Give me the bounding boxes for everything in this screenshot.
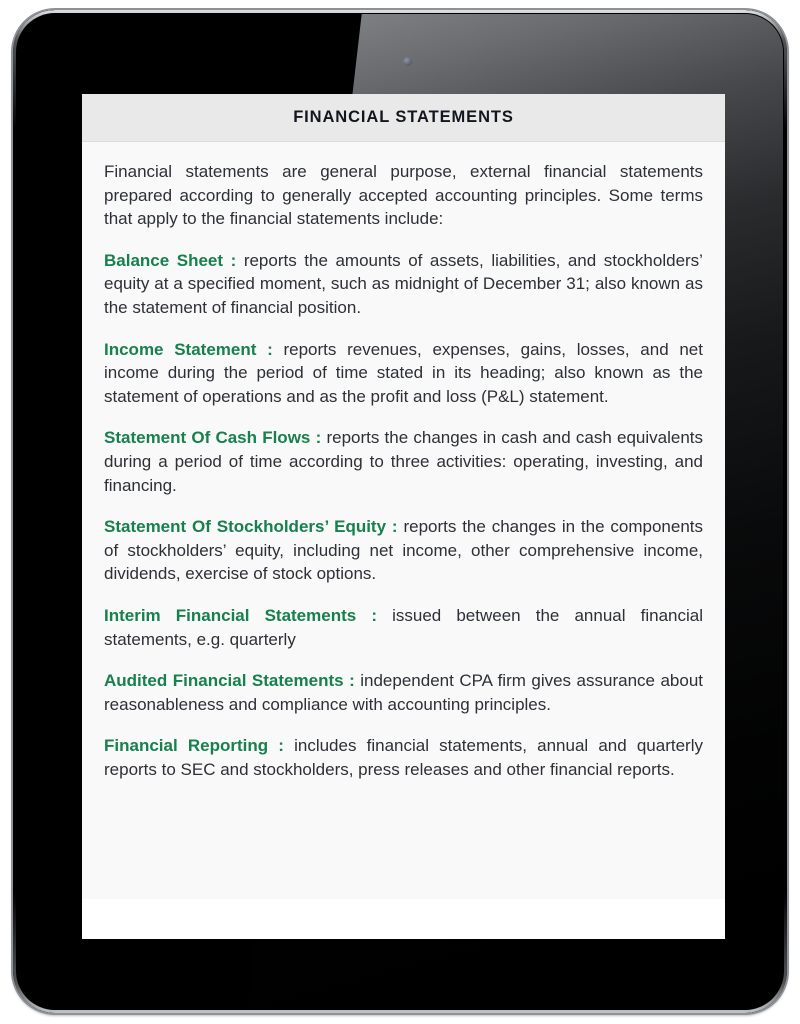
term-entry-audited-financial-statements: Audited Financial Statements : independe… [104, 669, 703, 716]
camera-dot-icon [403, 57, 412, 66]
term-entry-balance-sheet: Balance Sheet : reports the amounts of a… [104, 249, 703, 320]
page-title: FINANCIAL STATEMENTS [293, 108, 514, 126]
term-label: Interim Financial Statements [104, 605, 357, 625]
card-body: Financial statements are general purpose… [82, 142, 725, 899]
term-label: Income Statement [104, 339, 257, 359]
term-entry-statement-of-stockholders-equity: Statement Of Stockholders’ Equity : repo… [104, 515, 703, 586]
term-entry-income-statement: Income Statement : reports revenues, exp… [104, 338, 703, 409]
term-entry-statement-of-cash-flows: Statement Of Cash Flows : reports the ch… [104, 426, 703, 497]
term-entry-financial-reporting: Financial Reporting : includes financial… [104, 734, 703, 781]
term-label: Financial Reporting [104, 736, 269, 756]
tablet-bezel: FINANCIAL STATEMENTS Financial statement… [17, 14, 783, 1009]
term-label: Statement Of Cash Flows [104, 428, 311, 448]
term-label: Statement Of Stockholders’ Equity [104, 517, 387, 537]
tablet-device: FINANCIAL STATEMENTS Financial statement… [13, 10, 787, 1013]
term-label: Balance Sheet [104, 250, 224, 270]
device-stage: FINANCIAL STATEMENTS Financial statement… [0, 0, 800, 1024]
card-header: FINANCIAL STATEMENTS [82, 94, 725, 142]
card-footer [82, 899, 725, 939]
document-card: FINANCIAL STATEMENTS Financial statement… [82, 94, 725, 939]
intro-paragraph: Financial statements are general purpose… [104, 162, 703, 229]
term-label: Audited Financial Statements [104, 671, 344, 691]
term-entry-interim-financial-statements: Interim Financial Statements : issued be… [104, 604, 703, 651]
